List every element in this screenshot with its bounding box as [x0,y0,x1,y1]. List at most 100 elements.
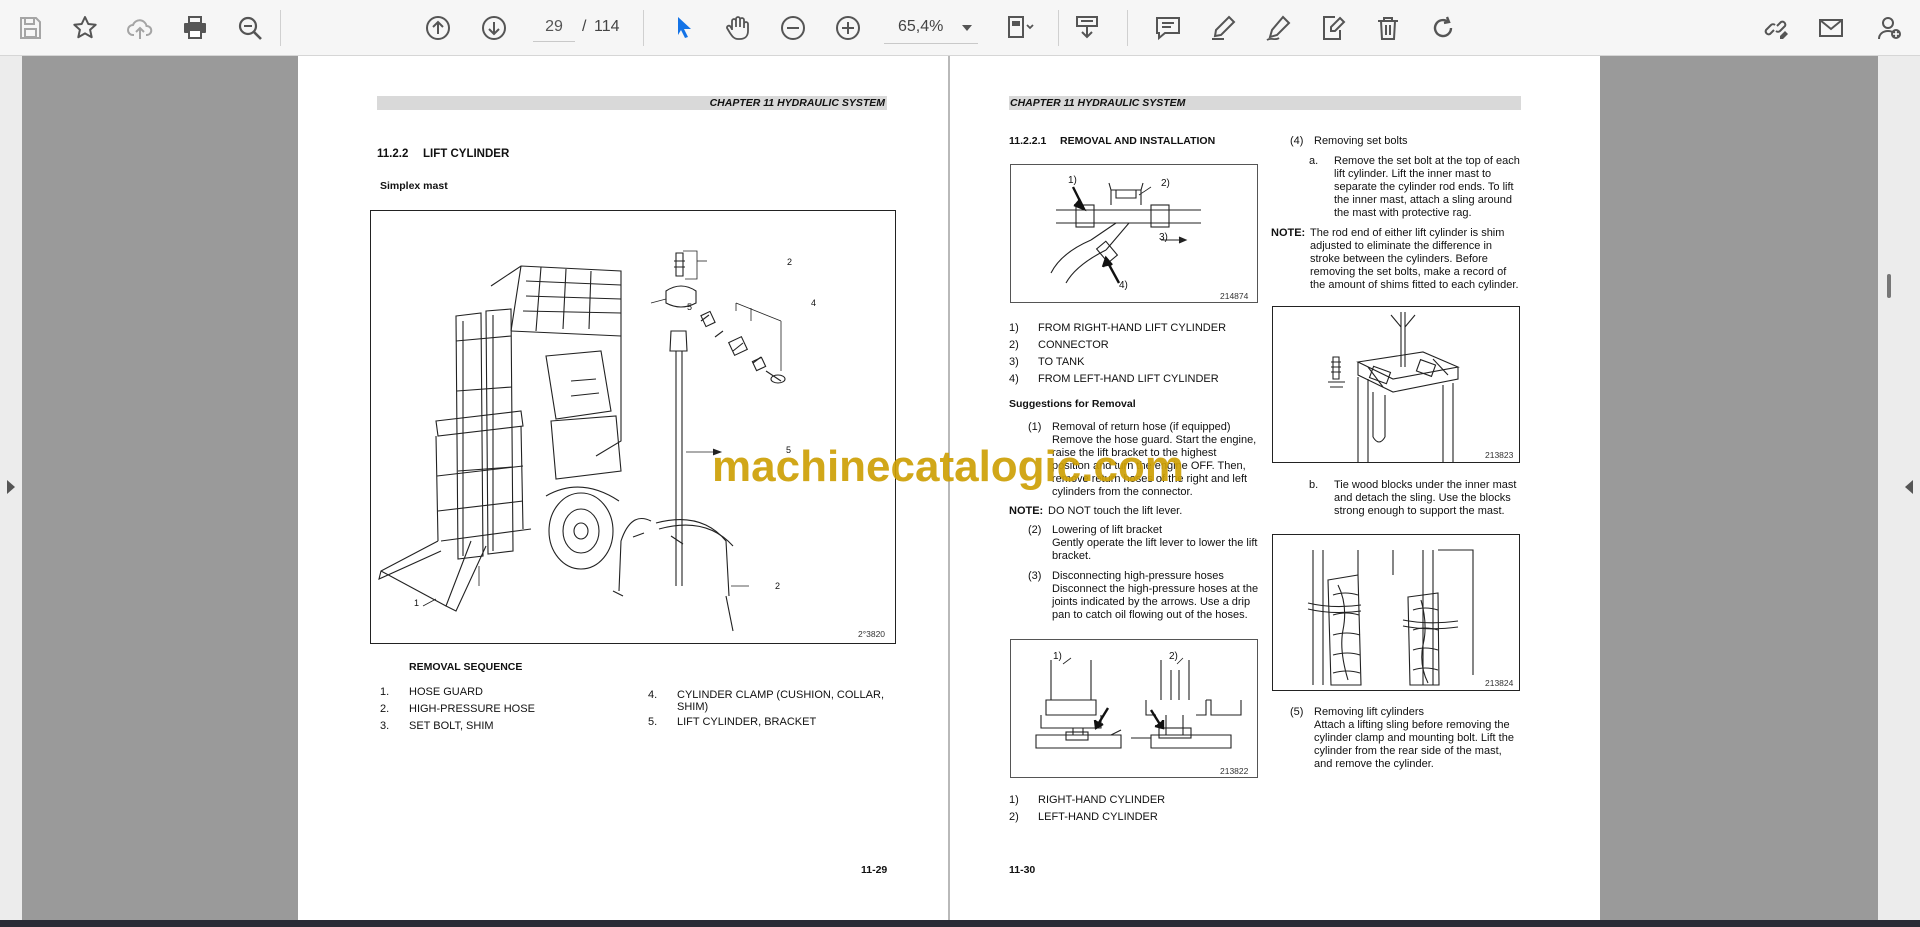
comment-icon [1156,17,1180,41]
step-line: Disconnecting high-pressure hoses [1052,570,1224,582]
step-line: cylinder clamp and mounting bolt. Lift t… [1314,732,1514,744]
page-number-footer: 11-29 [861,864,888,876]
step-line: Removing lift cylinders [1314,706,1425,718]
email-button[interactable] [1811,8,1851,48]
upload-cloud-button[interactable] [120,8,160,48]
scrolling-mode-button[interactable] [1067,8,1107,48]
expand-left-panel-icon[interactable] [7,480,15,494]
page-layout-icon [1008,16,1034,38]
callout-label: 1 [414,598,420,608]
step-line: separate the cylinder rod ends. To lift [1334,181,1514,193]
figure-number: 2°3820 [858,629,886,639]
watermark-text: machinecatalogic.com [712,442,1184,491]
callout-label: 1) [1053,651,1062,662]
rotate-clockwise-icon [1433,16,1453,38]
plus-circle-icon [836,16,860,40]
save-button[interactable] [10,8,50,48]
hand-tool-button[interactable] [718,8,758,48]
page-layout-button[interactable] [1000,8,1040,48]
trash-icon [1378,17,1398,40]
sequence-item-num: 3. [380,720,390,732]
right-panel-gutter[interactable] [1878,56,1920,920]
step-number: (4) [1290,135,1304,147]
legend-num: 1) [1009,322,1019,334]
figure-number: 213822 [1220,766,1249,776]
zoom-search-button[interactable] [230,8,270,48]
delete-button[interactable] [1368,8,1408,48]
step-line: strong enough to support the mast. [1334,505,1505,517]
step-line: pan to catch oil flowing out of the hose… [1052,609,1248,621]
set-bolt-diagram [1328,312,1460,462]
bookmark-button[interactable] [65,8,105,48]
magnifier-minus-icon [238,16,262,40]
sequence-item-text: HIGH-PRESSURE HOSE [409,703,535,715]
share-link-button[interactable] [1756,8,1796,48]
note-label: NOTE: [1009,505,1044,517]
zoom-out-button[interactable] [773,8,813,48]
step-line: lift cylinder. Lift the inner mast to [1334,168,1492,180]
envelope-icon [1819,19,1843,37]
callout-label: 3) [1159,232,1168,243]
figure-number: 214874 [1220,291,1249,301]
toolbar-separator [1058,10,1059,46]
section-title: LIFT CYLINDER [423,148,510,160]
suggestions-title: Suggestions for Removal [1009,398,1136,410]
callout-label: 2 [787,257,793,267]
zoom-level-select[interactable]: 65,4% [884,12,978,44]
section-title: REMOVAL AND INSTALLATION [1060,135,1216,147]
print-button[interactable] [175,8,215,48]
substep-label: b. [1309,479,1319,491]
chevron-down-icon [962,25,972,31]
legend-num: 2) [1009,339,1019,351]
step-line: cylinder from the rear side of the mast, [1314,745,1502,757]
set-bolt-figure: 213823 [1272,306,1520,463]
step-line: the mast with protective rag. [1334,207,1472,219]
zoom-level-value: 65,4% [898,18,944,35]
add-user-button[interactable] [1870,8,1910,48]
step-line: Lowering of lift bracket [1052,524,1163,536]
callout-label: 2) [1161,178,1170,189]
left-panel-gutter[interactable] [0,56,22,920]
vertical-scrollbar-thumb[interactable] [1887,274,1891,298]
callout-label: 4) [1119,280,1128,291]
section-number: 11.2.2 [377,148,409,160]
link-pen-icon [1764,20,1788,39]
step-line: joints indicated by the arrows. Use a dr… [1052,596,1251,608]
removal-sequence-title: REMOVAL SEQUENCE [409,661,523,673]
chapter-header: CHAPTER 11 HYDRAULIC SYSTEM [377,96,887,110]
step-line: Attach a lifting sling before removing t… [1314,719,1510,731]
figure-number: 213823 [1485,450,1514,460]
legend-text: RIGHT-HAND CYLINDER [1038,794,1166,806]
step-line: Remove the set bolt at the top of each [1334,155,1520,167]
step-number: (2) [1028,524,1042,536]
legend-text: TO TANK [1038,356,1085,368]
sequence-item-num: 5. [648,716,658,728]
step-number: (5) [1290,706,1304,718]
rotate-button[interactable] [1423,8,1463,48]
legend-text: FROM LEFT-HAND LIFT CYLINDER [1038,373,1219,385]
highlight-button[interactable] [1203,8,1243,48]
draw-button[interactable] [1258,8,1298,48]
note-line: adjusted to eliminate the difference in [1310,240,1493,252]
expand-right-panel-icon[interactable] [1905,480,1913,494]
select-tool-button[interactable] [664,8,704,48]
previous-page-button[interactable] [418,8,458,48]
hand-icon [726,16,749,40]
cylinder-hoses-figure: 1) 2) 213822 [1010,639,1258,778]
note-line: removing the set bolts, make a record of [1310,266,1507,278]
sequence-item-text: LIFT CYLINDER, BRACKET [677,716,817,728]
next-page-button[interactable] [474,8,514,48]
sequence-item-num: 1. [380,686,390,698]
fill-sign-button[interactable] [1313,8,1353,48]
toolbar-separator [1127,10,1128,46]
zoom-in-button[interactable] [828,8,868,48]
page-number-input[interactable] [533,12,575,42]
step-title: Removing set bolts [1314,135,1408,147]
step-number: (1) [1028,421,1042,433]
sequence-item-num: 2. [380,703,390,715]
note-line: stroke between the cylinders. Before [1310,253,1488,265]
star-icon [73,16,97,39]
comment-button[interactable] [1148,8,1188,48]
scroll-mode-icon [1076,16,1098,39]
legend-num: 4) [1009,373,1019,385]
